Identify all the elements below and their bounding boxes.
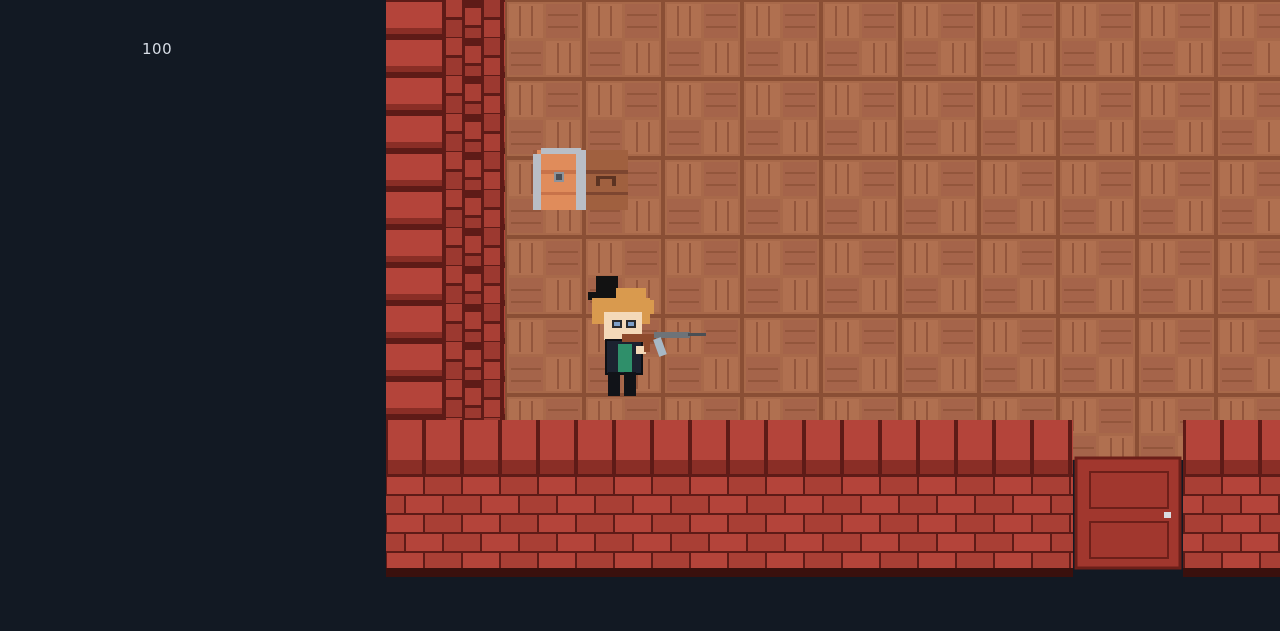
left-brick-wall bbox=[386, 0, 505, 420]
wall-top-bricks-left bbox=[386, 420, 1073, 476]
bottom-brick-wall-right bbox=[1183, 476, 1280, 570]
wall-shadow bbox=[386, 568, 1073, 577]
doorway-floor bbox=[1073, 420, 1183, 460]
wooden-door[interactable] bbox=[1074, 456, 1182, 570]
game-scene bbox=[386, 0, 1280, 577]
game-viewport[interactable]: 100 bbox=[0, 0, 1280, 631]
treasure-chest[interactable] bbox=[533, 148, 628, 210]
wall-top-bricks-right bbox=[1183, 420, 1280, 476]
bottom-brick-wall-left bbox=[386, 476, 1073, 570]
door-handle bbox=[1164, 512, 1171, 518]
